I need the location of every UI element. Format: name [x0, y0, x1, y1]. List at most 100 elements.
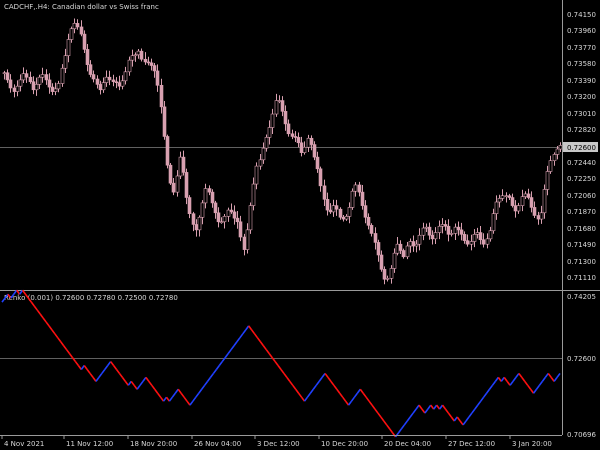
renko-up-segment — [462, 420, 467, 426]
candle-body — [194, 224, 199, 231]
renko-down-segment — [48, 325, 53, 331]
price-label: 0.71490 — [567, 241, 596, 249]
candle-body — [465, 240, 470, 245]
renko-down-segment — [456, 416, 461, 422]
candle-body — [382, 269, 387, 280]
renko-down-segment — [63, 345, 68, 351]
renko-down-segment — [441, 404, 447, 410]
candle-body — [114, 81, 119, 84]
renko-up-segment — [312, 384, 317, 390]
renko-up-segment — [236, 337, 241, 343]
price-label: 0.71680 — [567, 225, 596, 233]
time-axis[interactable]: 4 Nov 2021 11 Nov 12:00 18 Nov 20:00 26 … — [1, 435, 552, 448]
renko-down-segment — [177, 388, 182, 394]
candle-body — [277, 100, 282, 102]
renko-up-segment — [242, 329, 247, 335]
candle-body — [283, 111, 288, 125]
renko-down-segment — [277, 365, 282, 370]
date-label: 4 Nov 2021 — [4, 440, 44, 448]
candle-body — [552, 154, 557, 162]
renko-down-segment — [371, 404, 376, 410]
candle-body — [130, 55, 135, 61]
price-chart-pane[interactable]: CADCHF,.H4: Canadian dollar vs Swiss fra… — [0, 3, 563, 285]
renko-up-segment — [136, 384, 141, 390]
candle-body — [245, 229, 250, 250]
renko-down-segment — [115, 369, 121, 374]
renko-down-segment — [521, 376, 526, 382]
renko-up-segment — [192, 396, 197, 402]
candle-body — [424, 226, 429, 229]
candle-body — [411, 241, 416, 247]
candle-body — [133, 54, 138, 57]
candle-body — [31, 81, 36, 91]
candle-body — [347, 207, 352, 217]
candle-body — [405, 245, 410, 258]
candle-body — [290, 133, 295, 137]
renko-down-segment — [324, 372, 329, 378]
renko-down-segment — [280, 369, 285, 374]
renko-down-segment — [503, 376, 508, 382]
candle-body — [232, 211, 237, 219]
candle-body — [152, 65, 157, 72]
trading-chart[interactable]: CADCHF,.H4: Canadian dollar vs Swiss fra… — [0, 0, 600, 450]
candle-body — [191, 213, 196, 225]
candle-body — [155, 70, 160, 86]
renko-down-segment — [145, 376, 150, 382]
candle-body — [56, 83, 61, 90]
renko-down-segment — [248, 325, 253, 331]
candle-body — [513, 205, 518, 212]
renko-indicator-pane[interactable]: Renko (0.001) 0.72600 0.72780 0.72500 0.… — [0, 289, 562, 438]
renko-down-segment — [250, 329, 256, 335]
candle-body — [40, 74, 45, 78]
renko-up-segment — [480, 396, 485, 402]
renko-up-segment — [465, 416, 470, 422]
candle-body — [264, 137, 269, 149]
candles-group — [2, 18, 563, 285]
price-label: 0.73770 — [567, 44, 596, 52]
candle-body — [459, 229, 464, 235]
renko-down-segment — [265, 349, 270, 355]
candle-body — [286, 123, 291, 135]
renko-down-segment — [30, 301, 35, 307]
candle-body — [536, 215, 541, 220]
indicator-price-axis[interactable]: 0.74205 0.72600 0.70696 — [567, 293, 596, 439]
renko-down-segment — [389, 428, 394, 434]
renko-up-segment — [201, 384, 206, 390]
renko-down-segment — [86, 369, 91, 374]
renko-down-segment — [45, 321, 50, 327]
symbol-title: CADCHF,.H4: Canadian dollar vs Swiss fra… — [4, 3, 159, 11]
candle-body — [47, 79, 52, 88]
candle-body — [472, 234, 477, 242]
renko-down-segment — [518, 372, 523, 378]
candle-body — [302, 146, 307, 153]
renko-up-segment — [209, 372, 215, 378]
candle-body — [366, 216, 371, 226]
candle-body — [235, 217, 240, 223]
candle-body — [15, 85, 20, 92]
date-label: 10 Dec 20:00 — [321, 440, 368, 448]
candle-body — [181, 156, 186, 173]
candle-body — [203, 188, 208, 204]
candle-body — [178, 156, 183, 177]
renko-up-segment — [239, 333, 244, 339]
renko-down-segment — [359, 388, 364, 394]
renko-down-segment — [283, 372, 288, 378]
candle-body — [309, 137, 314, 145]
renko-down-segment — [110, 361, 115, 366]
main-price-axis[interactable]: 0.74150 0.73960 0.73770 0.73580 0.73390 … — [563, 11, 598, 282]
candle-body — [165, 136, 170, 166]
renko-up-segment — [203, 380, 209, 386]
candle-body — [532, 207, 537, 216]
renko-down-segment — [68, 353, 74, 359]
renko-up-segment — [224, 353, 229, 359]
candle-body — [379, 254, 384, 270]
candle-body — [478, 232, 483, 241]
candle-body — [91, 74, 96, 80]
candle-body — [430, 234, 435, 240]
candle-body — [171, 182, 176, 193]
candle-body — [270, 113, 275, 128]
renko-down-segment — [295, 388, 300, 394]
renko-up-segment — [347, 400, 353, 406]
renko-down-segment — [274, 361, 279, 366]
candle-body — [261, 147, 266, 161]
